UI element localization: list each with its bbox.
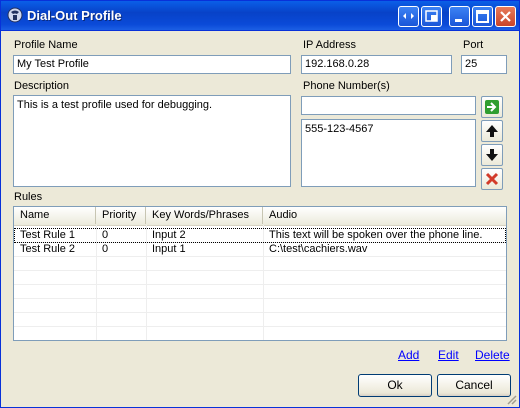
app-icon bbox=[7, 7, 23, 23]
move-up-icon bbox=[486, 125, 498, 137]
ip-address-input[interactable]: 192.168.0.28 bbox=[301, 55, 452, 74]
pin-icon bbox=[425, 10, 438, 22]
add-phone-button[interactable] bbox=[481, 96, 503, 118]
rule-priority-cell: 0 bbox=[102, 243, 109, 255]
phone-numbers-list[interactable]: 555-123-4567 bbox=[301, 119, 476, 187]
phone-numbers-label: Phone Number(s) bbox=[303, 80, 390, 92]
cancel-button[interactable]: Cancel bbox=[437, 374, 511, 397]
maximize-button[interactable] bbox=[472, 6, 493, 27]
restore-button[interactable] bbox=[398, 6, 419, 27]
resize-grip-icon[interactable] bbox=[505, 393, 517, 405]
phone-number-input[interactable] bbox=[301, 96, 476, 115]
rule-audio-cell: This text will be spoken over the phone … bbox=[269, 229, 483, 241]
rules-table-header: Name Priority Key Words/Phrases Audio bbox=[14, 207, 506, 226]
port-input[interactable]: 25 bbox=[461, 55, 507, 74]
ip-address-label: IP Address bbox=[303, 39, 356, 51]
move-down-button[interactable] bbox=[481, 144, 503, 166]
close-button[interactable] bbox=[495, 6, 516, 27]
description-label: Description bbox=[14, 80, 70, 92]
delete-rule-link[interactable]: Delete bbox=[475, 348, 510, 362]
rule-keywords-cell: Input 2 bbox=[152, 229, 186, 241]
rule-keywords-cell: Input 1 bbox=[152, 243, 186, 255]
rule-name-cell: Test Rule 1 bbox=[20, 229, 76, 241]
column-header-priority[interactable]: Priority bbox=[96, 207, 146, 224]
restore-icon bbox=[403, 13, 414, 19]
column-header-audio[interactable]: Audio bbox=[263, 207, 506, 224]
delete-phone-button[interactable] bbox=[481, 168, 503, 190]
dial-out-profile-window: Dial-Out Profile Profile Name My Test Pr… bbox=[0, 0, 520, 408]
column-header-keywords[interactable]: Key Words/Phrases bbox=[146, 207, 263, 224]
profile-name-label: Profile Name bbox=[14, 39, 78, 51]
move-down-icon bbox=[486, 149, 498, 161]
phone-number-item[interactable]: 555-123-4567 bbox=[305, 123, 472, 135]
minimize-button[interactable] bbox=[449, 6, 470, 27]
table-row-empty bbox=[14, 298, 506, 313]
table-row-empty bbox=[14, 312, 506, 327]
table-row-empty bbox=[14, 256, 506, 271]
minimize-icon bbox=[455, 19, 462, 22]
table-row-empty bbox=[14, 284, 506, 299]
delete-x-icon bbox=[485, 172, 499, 186]
rules-table[interactable]: Name Priority Key Words/Phrases Audio Te… bbox=[13, 206, 507, 341]
window-title: Dial-Out Profile bbox=[27, 8, 122, 23]
table-row[interactable]: Test Rule 1 0 Input 2 This text will be … bbox=[14, 228, 506, 243]
rule-name-cell: Test Rule 2 bbox=[20, 243, 76, 255]
close-icon bbox=[500, 11, 511, 22]
maximize-icon bbox=[476, 10, 489, 23]
rule-audio-cell: C:\test\cachiers.wav bbox=[269, 243, 368, 255]
move-up-button[interactable] bbox=[481, 120, 503, 142]
add-arrow-icon bbox=[485, 100, 499, 114]
column-header-name[interactable]: Name bbox=[14, 207, 96, 224]
port-label: Port bbox=[463, 39, 484, 51]
table-row-empty bbox=[14, 326, 506, 340]
pin-button[interactable] bbox=[421, 6, 442, 27]
description-textarea[interactable]: This is a test profile used for debuggin… bbox=[13, 95, 291, 187]
table-row[interactable]: Test Rule 2 0 Input 1 C:\test\cachiers.w… bbox=[14, 242, 506, 257]
rules-label: Rules bbox=[14, 191, 43, 203]
add-rule-link[interactable]: Add bbox=[398, 348, 419, 362]
rule-priority-cell: 0 bbox=[102, 229, 109, 241]
title-bar[interactable]: Dial-Out Profile bbox=[1, 1, 519, 31]
ok-button[interactable]: Ok bbox=[358, 374, 432, 397]
table-row-empty bbox=[14, 270, 506, 285]
edit-rule-link[interactable]: Edit bbox=[438, 348, 459, 362]
profile-name-input[interactable]: My Test Profile bbox=[13, 55, 291, 74]
